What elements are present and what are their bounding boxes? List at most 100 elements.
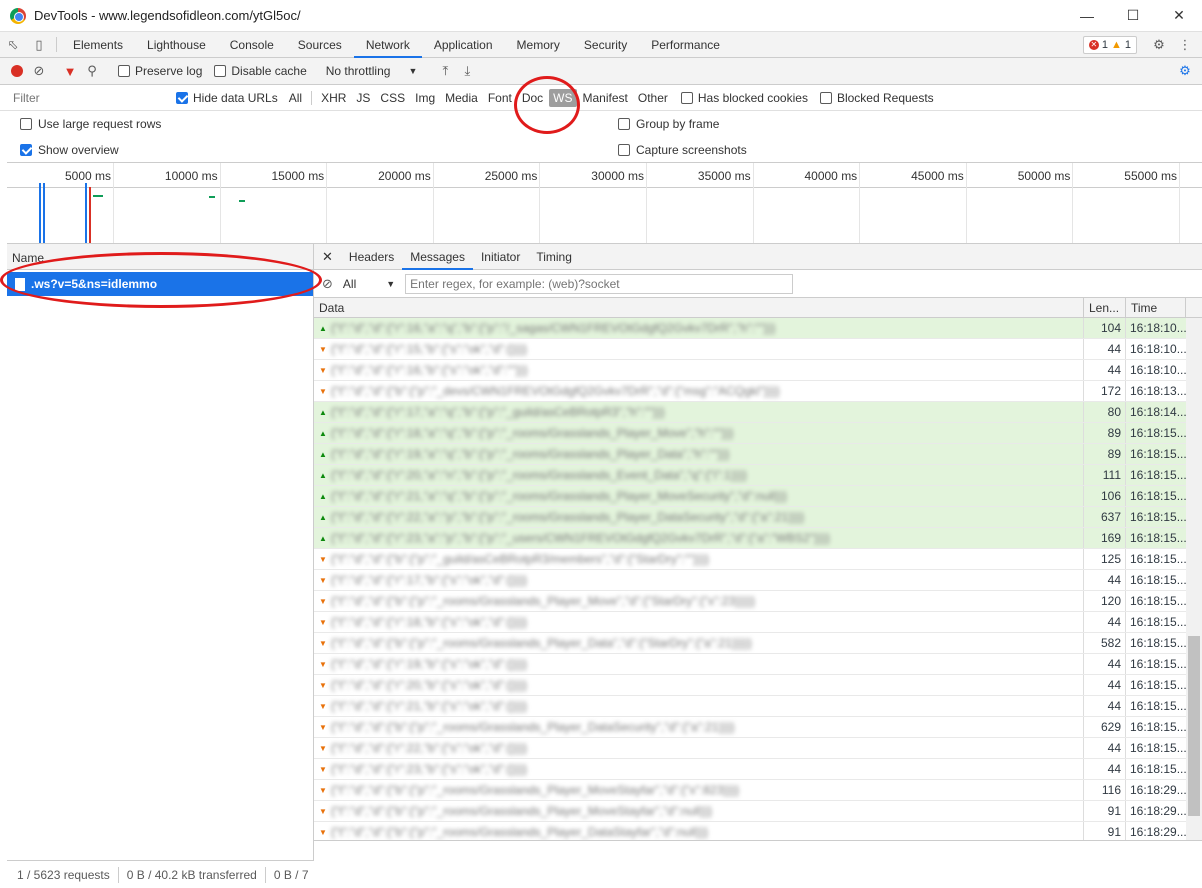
issues-badge[interactable]: ✕ 1 ▲ 1 <box>1082 35 1137 54</box>
has-blocked-cookies-checkbox[interactable]: Has blocked cookies <box>680 91 808 105</box>
disable-cache-checkbox[interactable]: Disable cache <box>214 64 307 78</box>
import-har-icon[interactable]: ⤒ <box>434 60 456 82</box>
hide-data-urls-checkbox[interactable]: Hide data URLs <box>176 91 278 105</box>
detail-tab-messages[interactable]: Messages <box>402 244 473 270</box>
more-options-icon[interactable]: ⋮ <box>1172 37 1198 53</box>
tab-lighthouse[interactable]: Lighthouse <box>135 32 218 57</box>
message-row[interactable]: ▼ {"t":"d","d":{"b":{"p":"_rooms/Grasslan… <box>314 822 1202 840</box>
throttling-select[interactable]: No throttling ▼ <box>326 64 418 78</box>
message-type-select[interactable]: All ▼ <box>343 277 395 291</box>
tab-performance[interactable]: Performance <box>639 32 732 57</box>
message-row[interactable]: ▼ {"t":"d","d":{"r":15,"b":{"s":"ok","d":… <box>314 339 1202 360</box>
tab-memory[interactable]: Memory <box>505 32 572 57</box>
message-row[interactable]: ▲ {"t":"d","d":{"r":20,"a":"n","b":{"p":"… <box>314 465 1202 486</box>
tab-security[interactable]: Security <box>572 32 639 57</box>
large-rows-checkbox[interactable]: Use large request rows <box>20 117 161 131</box>
message-time: 16:18:10... <box>1130 363 1186 377</box>
received-arrow-icon: ▼ <box>319 344 327 354</box>
clear-messages-icon[interactable]: ⊘ <box>322 276 333 292</box>
request-row[interactable]: .ws?v=5&ns=idlemmo <box>7 272 313 296</box>
tab-network[interactable]: Network <box>353 32 422 58</box>
settings-gear-icon[interactable]: ⚙ <box>1146 37 1172 53</box>
blocked-requests-checkbox[interactable]: Blocked Requests <box>819 91 934 105</box>
filter-type-xhr[interactable]: XHR <box>317 89 350 107</box>
message-row[interactable]: ▼ {"t":"d","d":{"r":21,"b":{"s":"ok","d":… <box>314 696 1202 717</box>
message-row[interactable]: ▼ {"t":"d","d":{"r":22,"b":{"s":"ok","d":… <box>314 738 1202 759</box>
message-data: {"t":"d","d":{"r":16,"b":{"s":"ok","d":"… <box>330 363 528 377</box>
message-row[interactable]: ▼ {"t":"d","d":{"b":{"p":"_rooms/Grasslan… <box>314 801 1202 822</box>
time-column-header[interactable]: Time <box>1126 298 1186 317</box>
tab-console[interactable]: Console <box>218 32 286 57</box>
message-data: {"t":"d","d":{"b":{"p":"_devs/CWN1FREVOt… <box>330 384 780 398</box>
filter-type-js[interactable]: JS <box>352 89 374 107</box>
messages-scrollbar[interactable] <box>1186 318 1202 840</box>
minimize-button[interactable]: — <box>1064 0 1110 31</box>
message-time: 16:18:15... <box>1130 531 1186 545</box>
filter-type-media[interactable]: Media <box>441 89 482 107</box>
length-column-header[interactable]: Len... <box>1084 298 1126 317</box>
message-row[interactable]: ▲ {"t":"d","d":{"r":19,"a":"q","b":{"p":"… <box>314 444 1202 465</box>
data-column-header[interactable]: Data <box>314 298 1084 317</box>
message-row[interactable]: ▼ {"t":"d","d":{"r":19,"b":{"s":"ok","d":… <box>314 654 1202 675</box>
filter-funnel-icon[interactable]: ▼ <box>59 60 81 82</box>
search-icon[interactable]: ⚲ <box>81 60 103 82</box>
detail-tab-initiator[interactable]: Initiator <box>473 244 528 269</box>
record-icon <box>11 65 23 77</box>
group-by-frame-checkbox[interactable]: Group by frame <box>618 117 719 131</box>
filter-type-manifest[interactable]: Manifest <box>579 89 632 107</box>
sent-arrow-icon: ▲ <box>319 512 327 522</box>
message-row[interactable]: ▼ {"t":"d","d":{"r":17,"b":{"s":"ok","d":… <box>314 570 1202 591</box>
name-column-header[interactable]: Name <box>7 244 313 270</box>
clear-icon[interactable]: ⊘ <box>28 60 50 82</box>
filter-type-img[interactable]: Img <box>411 89 439 107</box>
filter-type-ws[interactable]: WS <box>549 88 577 107</box>
tab-elements[interactable]: Elements <box>61 32 135 57</box>
export-har-icon[interactable]: ⤓ <box>456 60 478 82</box>
message-row[interactable]: ▼ {"t":"d","d":{"b":{"p":"_devs/CWN1FREVO… <box>314 381 1202 402</box>
regex-filter-input[interactable] <box>405 273 794 294</box>
message-data: {"t":"d","d":{"b":{"p":"_rooms/Grassland… <box>330 825 709 839</box>
close-detail-icon[interactable]: ✕ <box>314 244 341 269</box>
filter-type-font[interactable]: Font <box>484 89 516 107</box>
error-count: 1 <box>1101 38 1108 51</box>
device-toolbar-icon[interactable]: ▯ <box>26 32 52 57</box>
message-length: 125 <box>1084 549 1126 569</box>
filter-input[interactable] <box>8 87 170 108</box>
message-row[interactable]: ▼ {"t":"d","d":{"b":{"p":"_rooms/Grasslan… <box>314 591 1202 612</box>
message-row[interactable]: ▼ {"t":"d","d":{"r":16,"b":{"s":"ok","d":… <box>314 360 1202 381</box>
network-overview[interactable]: 5000 ms 10000 ms 15000 ms 20000 ms 25000 ms 3… <box>7 162 1202 244</box>
maximize-button[interactable]: ☐ <box>1110 0 1156 31</box>
filter-type-css[interactable]: CSS <box>376 89 409 107</box>
message-row[interactable]: ▲ {"t":"d","d":{"r":21,"a":"q","b":{"p":"… <box>314 486 1202 507</box>
filter-type-all[interactable]: All <box>285 89 306 107</box>
detail-tab-headers[interactable]: Headers <box>341 244 402 269</box>
message-row[interactable]: ▼ {"t":"d","d":{"b":{"p":"_rooms/Grasslan… <box>314 717 1202 738</box>
tab-sources[interactable]: Sources <box>286 32 354 57</box>
message-row[interactable]: ▼ {"t":"d","d":{"r":18,"b":{"s":"ok","d":… <box>314 612 1202 633</box>
preserve-log-checkbox[interactable]: Preserve log <box>118 64 202 78</box>
tab-application[interactable]: Application <box>422 32 505 57</box>
network-settings-gear-icon[interactable]: ⚙ <box>1174 60 1196 82</box>
message-row[interactable]: ▲ {"t":"d","d":{"r":23,"a":"p","b":{"p":"… <box>314 528 1202 549</box>
message-row[interactable]: ▲ {"t":"d","d":{"r":18,"a":"q","b":{"p":"… <box>314 423 1202 444</box>
message-row[interactable]: ▼ {"t":"d","d":{"b":{"p":"_rooms/Grasslan… <box>314 780 1202 801</box>
inspect-element-icon[interactable]: ⬁ <box>0 32 26 57</box>
message-data: {"t":"d","d":{"b":{"p":"_rooms/Grassland… <box>330 636 752 650</box>
record-button[interactable] <box>6 60 28 82</box>
overview-tick-label: 50000 ms <box>1017 169 1071 183</box>
message-length: 44 <box>1084 675 1126 695</box>
filter-type-doc[interactable]: Doc <box>518 89 547 107</box>
capture-screenshots-checkbox[interactable]: Capture screenshots <box>618 143 747 157</box>
close-window-button[interactable]: ✕ <box>1156 0 1202 31</box>
message-row[interactable]: ▼ {"t":"d","d":{"b":{"p":"_rooms/Grasslan… <box>314 633 1202 654</box>
message-row[interactable]: ▲ {"t":"d","d":{"r":16,"a":"q","b":{"p":"… <box>314 318 1202 339</box>
message-length: 44 <box>1084 339 1126 359</box>
filter-type-other[interactable]: Other <box>634 89 672 107</box>
message-row[interactable]: ▲ {"t":"d","d":{"r":17,"a":"q","b":{"p":"… <box>314 402 1202 423</box>
detail-tab-timing[interactable]: Timing <box>528 244 580 269</box>
message-row[interactable]: ▼ {"t":"d","d":{"b":{"p":"_guild/asCeBRot… <box>314 549 1202 570</box>
show-overview-checkbox[interactable]: Show overview <box>20 143 119 157</box>
message-row[interactable]: ▼ {"t":"d","d":{"r":20,"b":{"s":"ok","d":… <box>314 675 1202 696</box>
message-row[interactable]: ▼ {"t":"d","d":{"r":23,"b":{"s":"ok","d":… <box>314 759 1202 780</box>
message-row[interactable]: ▲ {"t":"d","d":{"r":22,"a":"p","b":{"p":"… <box>314 507 1202 528</box>
